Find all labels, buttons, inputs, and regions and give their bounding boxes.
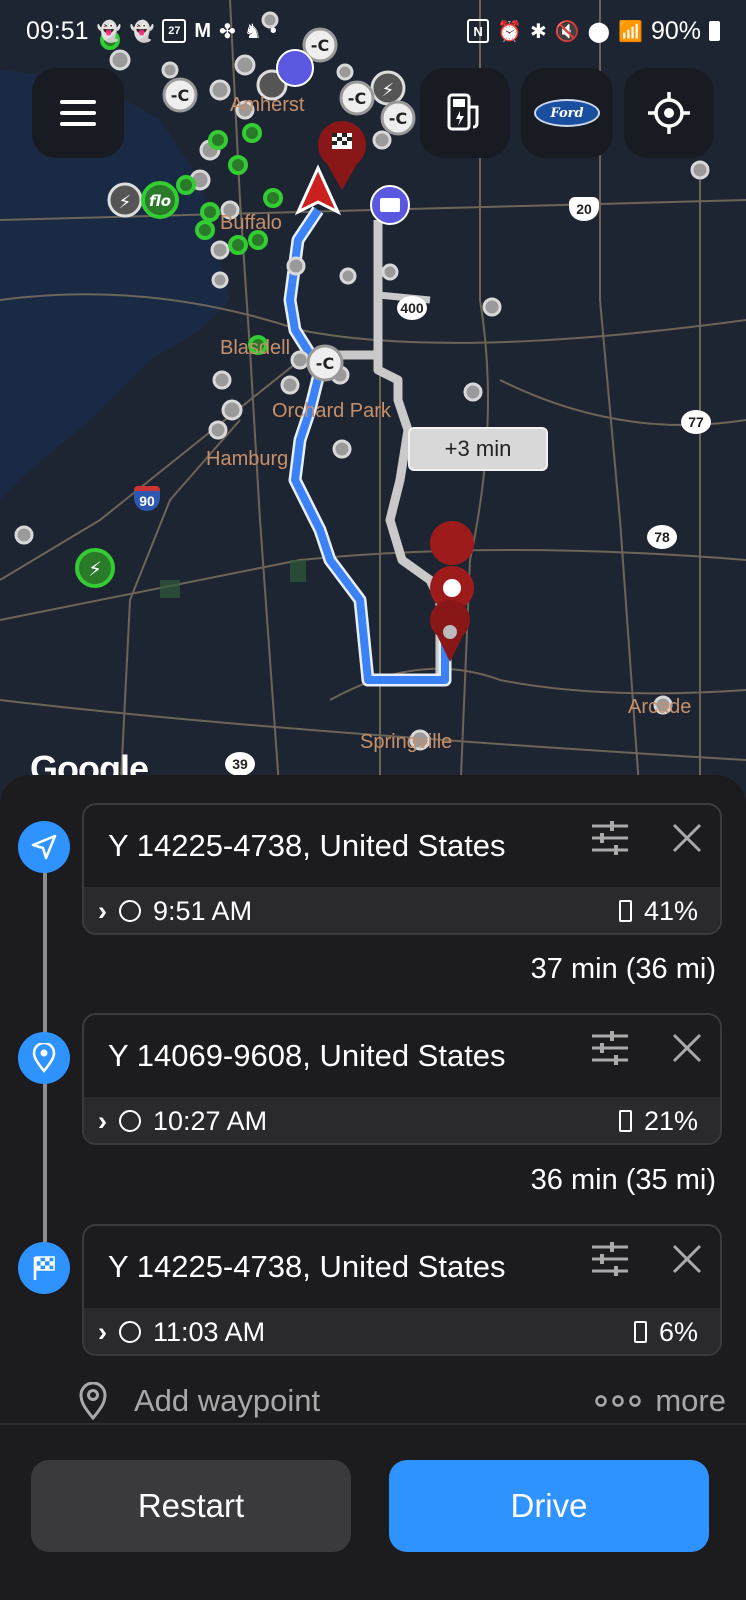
map-label-arcade: Arcade (628, 696, 692, 718)
stop-1-clock-icon (119, 900, 141, 922)
drive-button[interactable]: Drive (389, 1460, 709, 1552)
stop-1-battery: 41% (643, 895, 698, 926)
navigation-arrow-icon (31, 834, 57, 860)
stop-2-clock-icon (119, 1110, 141, 1132)
svg-text:-C: -C (316, 354, 334, 373)
stop-card-1[interactable]: Y 14225-4738, United States › 9:51 AM 41… (82, 803, 722, 935)
stop-1-address: Y 14225-4738, United States (108, 828, 506, 863)
route-shield-39: 39 (225, 752, 255, 776)
stop-1-close-icon[interactable] (672, 823, 702, 853)
map-label-blasdell: Blasdell (220, 337, 291, 359)
more-options-button[interactable]: more (595, 1383, 726, 1419)
route-sheet: Y 14225-4738, United States › 9:51 AM 41… (0, 775, 746, 1600)
gmail-icon: M (194, 19, 212, 42)
ev-charger-icon (447, 93, 479, 131)
status-time: 09:51 (26, 16, 89, 45)
alternate-route-time-callout[interactable]: +3 min (408, 427, 548, 471)
stop-3-dot (18, 1242, 70, 1294)
map-label-amherst: Amherst (230, 94, 305, 116)
stop-1-settings-icon[interactable] (592, 821, 628, 855)
map-label-orchard-park: Orchard Park (272, 400, 391, 422)
checkered-flag-icon (33, 1256, 55, 1280)
map-label-springville: Springville (360, 731, 453, 753)
stop-1-time: 9:51 AM (153, 895, 253, 926)
map-label-buffalo: Buffalo (220, 212, 282, 234)
ford-logo-icon: Ford (534, 99, 600, 127)
stop-2-battery: 21% (643, 1105, 698, 1136)
dot-icon: • (269, 19, 277, 42)
stop-1-expand-chevron-icon[interactable]: › (98, 896, 107, 927)
stop-2-dot (18, 1032, 70, 1084)
svg-text:-C: -C (348, 89, 366, 108)
calendar-icon: 27 (162, 19, 187, 43)
stop-3-battery: 6% (658, 1316, 698, 1347)
hamburger-menu-icon (60, 100, 96, 126)
stop-2-address: Y 14069-9608, United States (108, 1038, 506, 1073)
add-waypoint-label: Add waypoint (134, 1383, 321, 1418)
finish-flag-marker (318, 121, 366, 190)
add-waypoint-button[interactable]: Add waypoint (78, 1382, 320, 1420)
svg-text:⚡: ⚡ (119, 192, 132, 213)
location-pin-icon (32, 1043, 56, 1073)
stop-2-expand-chevron-icon[interactable]: › (98, 1106, 107, 1137)
crosshair-icon (648, 92, 690, 134)
ford-brand-button[interactable]: Ford (521, 68, 613, 158)
svg-text:⚡: ⚡ (88, 557, 102, 581)
svg-text:flo: flo (149, 192, 171, 210)
stop-2-battery-icon (618, 1110, 632, 1132)
route-shield-400: 400 (397, 296, 427, 320)
stop-1-dot (18, 821, 70, 873)
snapchat-icon-2: 👻 (129, 20, 155, 43)
stop-2-close-icon[interactable] (672, 1033, 702, 1063)
battery-percent: 90% (650, 16, 701, 45)
battery-icon (709, 21, 720, 41)
stop-1-battery-icon (618, 900, 632, 922)
waypoint-pin-icon (79, 1382, 107, 1420)
stop-3-settings-icon[interactable] (592, 1242, 628, 1276)
pinwheel-icon: ✤ (219, 20, 236, 43)
stop-3-close-icon[interactable] (672, 1244, 702, 1274)
svg-text:-C: -C (389, 109, 407, 128)
location-icon: ⬤ (587, 20, 611, 43)
menu-button[interactable] (32, 68, 124, 158)
route-shield-78: 78 (647, 525, 677, 549)
action-bar: Restart Drive (0, 1423, 746, 1600)
map-label-hamburg: Hamburg (206, 448, 289, 470)
stop-3-address: Y 14225-4738, United States (108, 1249, 506, 1284)
restart-button[interactable]: Restart (31, 1460, 351, 1552)
more-label: more (655, 1383, 726, 1418)
stop-3-expand-chevron-icon[interactable]: › (98, 1317, 107, 1348)
status-bar: 09:51 👻 👻 27 M ✤ ♞ • N ⏰ ✱ 🔇 ⬤ 📶 90% (0, 0, 746, 62)
alarm-icon: ⏰ (497, 20, 522, 43)
leg-2-duration: 36 min (35 mi) (530, 1164, 716, 1196)
stop-3-time: 11:03 AM (153, 1316, 266, 1347)
svg-text:⚡: ⚡ (382, 80, 395, 101)
add-waypoint-row: Add waypoint more (78, 1375, 726, 1427)
bluetooth-icon: ✱ (529, 20, 547, 43)
recenter-location-button[interactable] (624, 68, 714, 158)
more-dots-icon (595, 1395, 642, 1407)
interstate-shield-90: 90 (134, 486, 160, 511)
stop-2-settings-icon[interactable] (592, 1031, 628, 1065)
route-shield-77: 77 (681, 410, 711, 434)
wifi-icon: 📶 (618, 20, 643, 43)
stop-3-battery-icon (633, 1321, 647, 1343)
stop-card-2[interactable]: Y 14069-9608, United States › 10:27 AM 2… (82, 1013, 722, 1145)
notification-icon: ♞ (243, 20, 262, 43)
mute-icon: 🔇 (554, 20, 580, 43)
stop-card-3[interactable]: Y 14225-4738, United States › 11:03 AM 6… (82, 1224, 722, 1356)
stop-3-clock-icon (119, 1321, 141, 1343)
svg-text:-C: -C (171, 86, 189, 105)
snapchat-icon: 👻 (96, 20, 122, 43)
charging-station-button[interactable] (420, 68, 510, 158)
map-view[interactable]: ⚡ ⚡ ⚡ -C -C -C -C -C flo Amherst Buffalo… (0, 0, 746, 800)
nfc-icon: N (467, 19, 490, 43)
current-location-arrow (294, 164, 342, 216)
leg-1-duration: 37 min (36 mi) (530, 953, 716, 985)
stop-2-time: 10:27 AM (153, 1105, 268, 1136)
